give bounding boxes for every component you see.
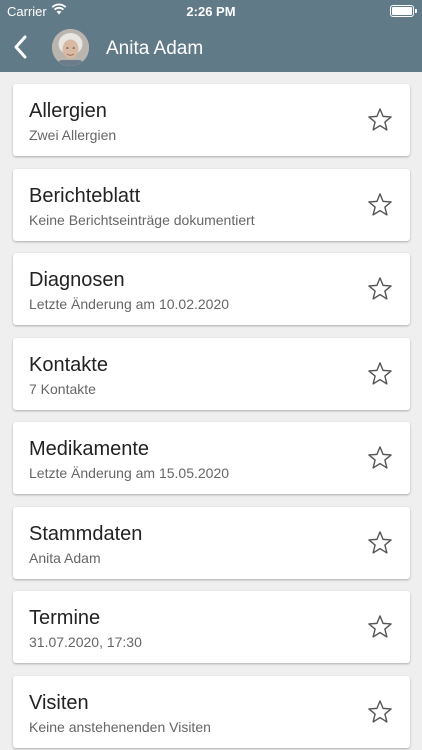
item-subtitle: Zwei Allergien [29,127,117,143]
item-title: Kontakte [29,354,108,376]
star-icon[interactable] [366,275,394,303]
star-icon[interactable] [366,360,394,388]
page-title: Anita Adam [106,38,204,59]
item-title: Termine [29,607,101,629]
item-title: Stammdaten [29,523,143,545]
star-icon[interactable] [366,444,394,472]
item-title: Diagnosen [29,269,125,291]
list-item-kontakte[interactable]: Kontakte 7 Kontakte [13,338,410,410]
item-subtitle: Anita Adam [29,550,101,566]
item-subtitle: 7 Kontakte [29,381,96,397]
list-item-termine[interactable]: Termine 31.07.2020, 17:30 [13,591,410,663]
item-subtitle: Keine Berichtseinträge dokumentiert [29,212,255,228]
star-icon[interactable] [366,529,394,557]
patient-photo-icon [52,29,89,66]
item-title: Medikamente [29,438,150,460]
star-icon[interactable] [366,106,394,134]
item-title: Allergien [29,100,107,122]
list-item-visiten[interactable]: Visiten Keine anstehenenden Visiten [13,676,410,748]
star-icon[interactable] [366,191,394,219]
star-icon[interactable] [366,613,394,641]
list-item-stammdaten[interactable]: Stammdaten Anita Adam [13,507,410,579]
list-item-allergien[interactable]: Allergien Zwei Allergien [13,84,410,156]
item-subtitle: 31.07.2020, 17:30 [29,634,142,650]
navigation-bar: Carrier 2:26 PM Anita Adam [0,0,422,72]
list-item-berichteblatt[interactable]: Berichteblatt Keine Berichtseinträge dok… [13,169,410,241]
list-item-medikamente[interactable]: Medikamente Letzte Änderung am 15.05.202… [13,422,410,494]
status-bar: Carrier 2:26 PM [0,0,422,22]
item-title: Berichteblatt [29,185,141,207]
battery-icon [390,5,417,17]
item-subtitle: Letzte Änderung am 10.02.2020 [29,296,230,312]
star-icon[interactable] [366,698,394,726]
list-item-diagnosen[interactable]: Diagnosen Letzte Änderung am 10.02.2020 [13,253,410,325]
clock: 2:26 PM [186,4,236,19]
avatar[interactable] [52,29,89,66]
item-subtitle: Keine anstehenenden Visiten [29,719,211,735]
item-title: Visiten [29,692,89,714]
item-subtitle: Letzte Änderung am 15.05.2020 [29,465,230,481]
back-button[interactable] [10,33,34,61]
